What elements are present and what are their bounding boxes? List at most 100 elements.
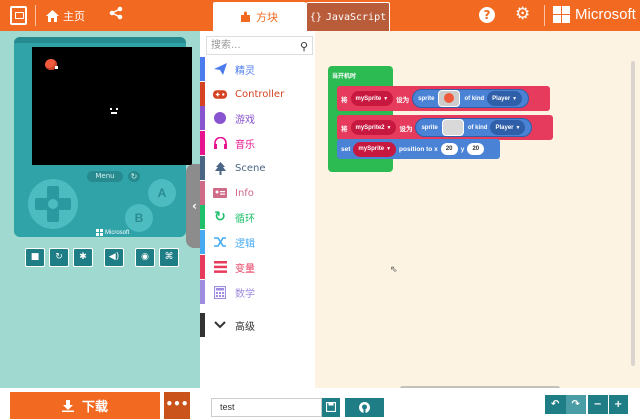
- y-label: y: [460, 145, 465, 153]
- caret-down-icon: ▼: [512, 95, 518, 102]
- restart-icon: ↻: [130, 172, 138, 181]
- search-icon: ⚲: [299, 40, 308, 53]
- microsoft-logo-icon: [96, 229, 103, 236]
- microsoft-brand[interactable]: Microsoft: [553, 6, 636, 23]
- sprite-image-picker[interactable]: [441, 119, 464, 136]
- home-icon: [46, 10, 59, 22]
- help-button[interactable]: ?: [479, 7, 495, 23]
- sprite-fn-label: sprite: [421, 124, 438, 131]
- circle-icon: [213, 111, 227, 125]
- github-button[interactable]: [345, 398, 384, 417]
- gamepad-icon: [213, 87, 227, 101]
- caret-down-icon: ▼: [383, 95, 389, 102]
- tab-javascript[interactable]: {} JavaScript: [306, 2, 390, 31]
- variable-dropdown[interactable]: mySprite2 ▼: [350, 120, 397, 135]
- zoom-in-button[interactable]: +: [608, 395, 628, 414]
- tab-blocks-label: 方块: [256, 10, 278, 24]
- set-label: 将: [341, 96, 348, 104]
- vertical-scrollbar[interactable]: [631, 61, 635, 366]
- category-game[interactable]: 游戏: [200, 106, 315, 130]
- redo-button[interactable]: ↷: [565, 395, 586, 414]
- category-math[interactable]: 数学: [200, 280, 315, 304]
- sound-button[interactable]: ◀): [104, 248, 124, 267]
- simulator-panel: Menu ↻ A B Microsoft ■ ↻ ✱ ◀) ◉ ⌘ 下载 •••: [0, 31, 200, 419]
- category-logic[interactable]: 逻辑: [200, 230, 315, 254]
- more-options-button[interactable]: •••: [164, 392, 190, 419]
- chevron-down-icon: [213, 318, 227, 332]
- keyboard-button[interactable]: ⌘: [159, 248, 179, 267]
- caret-down-icon: ▼: [386, 146, 392, 152]
- category-controller[interactable]: Controller: [200, 82, 315, 106]
- a-button[interactable]: A: [148, 179, 176, 207]
- debug-button[interactable]: ✱: [73, 248, 93, 267]
- variable-dropdown[interactable]: mySprite ▼: [353, 141, 397, 157]
- sprite-create-block[interactable]: sprite of kind Player ▼: [415, 118, 533, 137]
- category-label: 高级: [235, 321, 255, 333]
- toolbox-search-input[interactable]: 搜索... ⚲: [206, 36, 313, 55]
- category-label: 精灵: [235, 65, 255, 77]
- set-label: 将: [341, 125, 348, 133]
- category-loops[interactable]: ↻ 循环: [200, 205, 315, 229]
- category-label: 循环: [235, 213, 255, 225]
- loop-icon: ↻: [214, 209, 226, 225]
- game-screen[interactable]: [32, 47, 192, 165]
- screenshot-button[interactable]: ◉: [135, 248, 155, 267]
- home-button[interactable]: 主页: [46, 8, 85, 24]
- redo-icon: ↷: [571, 399, 580, 410]
- kind-name: Player: [495, 124, 514, 131]
- category-sprites[interactable]: 精灵: [200, 57, 315, 81]
- variable-name: mySprite: [355, 95, 382, 102]
- category-info[interactable]: Info: [200, 181, 315, 205]
- kind-dropdown[interactable]: Player ▼: [487, 91, 523, 106]
- headphones-icon: [213, 136, 227, 150]
- set-label: set: [341, 145, 351, 153]
- console-brand: Microsoft: [96, 229, 129, 236]
- category-variables[interactable]: 变量: [200, 255, 315, 279]
- sprite-create-block[interactable]: sprite of kind Player ▼: [412, 89, 530, 108]
- toolbox: 搜索... ⚲ 精灵 Controller 游戏 音乐 Scene Info ↻…: [200, 31, 315, 388]
- category-scene[interactable]: Scene: [200, 156, 315, 180]
- download-button[interactable]: 下载: [10, 392, 160, 419]
- stop-button[interactable]: ■: [25, 248, 45, 267]
- undo-redo-group: ↶ ↷: [545, 395, 586, 414]
- set-position-block[interactable]: set mySprite ▼ position to x 20 y 20: [337, 139, 500, 159]
- save-button[interactable]: [322, 398, 340, 417]
- stop-icon: ■: [30, 252, 40, 262]
- x-input[interactable]: 20: [440, 143, 458, 155]
- kind-dropdown[interactable]: Player ▼: [490, 120, 526, 135]
- category-label: Info: [235, 187, 254, 199]
- settings-button[interactable]: ⚙: [515, 6, 530, 23]
- set-sprite2-block[interactable]: 将 mySprite2 ▼ 设为 sprite of kind Player ▼: [337, 115, 553, 140]
- id-card-icon: [213, 186, 227, 200]
- sprite-image-picker[interactable]: [438, 90, 461, 107]
- home-label: 主页: [63, 10, 85, 23]
- undo-button[interactable]: ↶: [545, 395, 566, 414]
- zoom-out-button[interactable]: −: [588, 395, 608, 414]
- puzzle-icon: [241, 11, 250, 22]
- dpad[interactable]: [28, 179, 78, 229]
- b-button[interactable]: B: [125, 204, 153, 232]
- top-menu-bar: 主页 方块 {} JavaScript ? ⚙ Microsoft: [0, 0, 640, 31]
- arcade-logo-icon[interactable]: [10, 6, 27, 25]
- share-icon: [109, 6, 123, 20]
- category-advanced[interactable]: 高级: [200, 313, 315, 337]
- download-label: 下载: [81, 400, 108, 415]
- menu-button[interactable]: Menu: [87, 171, 123, 182]
- restart-button[interactable]: ↻: [49, 248, 69, 267]
- position-label: position to x: [399, 145, 438, 153]
- editor-toolbar: test ↶ ↷ − +: [200, 388, 640, 419]
- reset-button[interactable]: ↻: [128, 171, 140, 182]
- of-kind-label: of kind: [467, 124, 488, 131]
- chevron-left-icon: ‹: [192, 199, 197, 213]
- console-brand-label: Microsoft: [105, 229, 130, 236]
- tab-blocks[interactable]: 方块: [213, 2, 306, 31]
- blocks-workspace[interactable]: 当开机时 将 mySprite ▼ 设为 sprite of kind Playe…: [315, 31, 640, 391]
- share-button[interactable]: [109, 6, 123, 23]
- category-music[interactable]: 音乐: [200, 131, 315, 155]
- save-icon: [325, 401, 337, 413]
- variable-dropdown[interactable]: mySprite ▼: [350, 91, 394, 106]
- y-input[interactable]: 20: [467, 143, 485, 155]
- set-sprite-block[interactable]: 将 mySprite ▼ 设为 sprite of kind Player ▼: [337, 86, 550, 111]
- caret-down-icon: ▼: [386, 124, 392, 131]
- project-name-input[interactable]: test: [211, 398, 322, 417]
